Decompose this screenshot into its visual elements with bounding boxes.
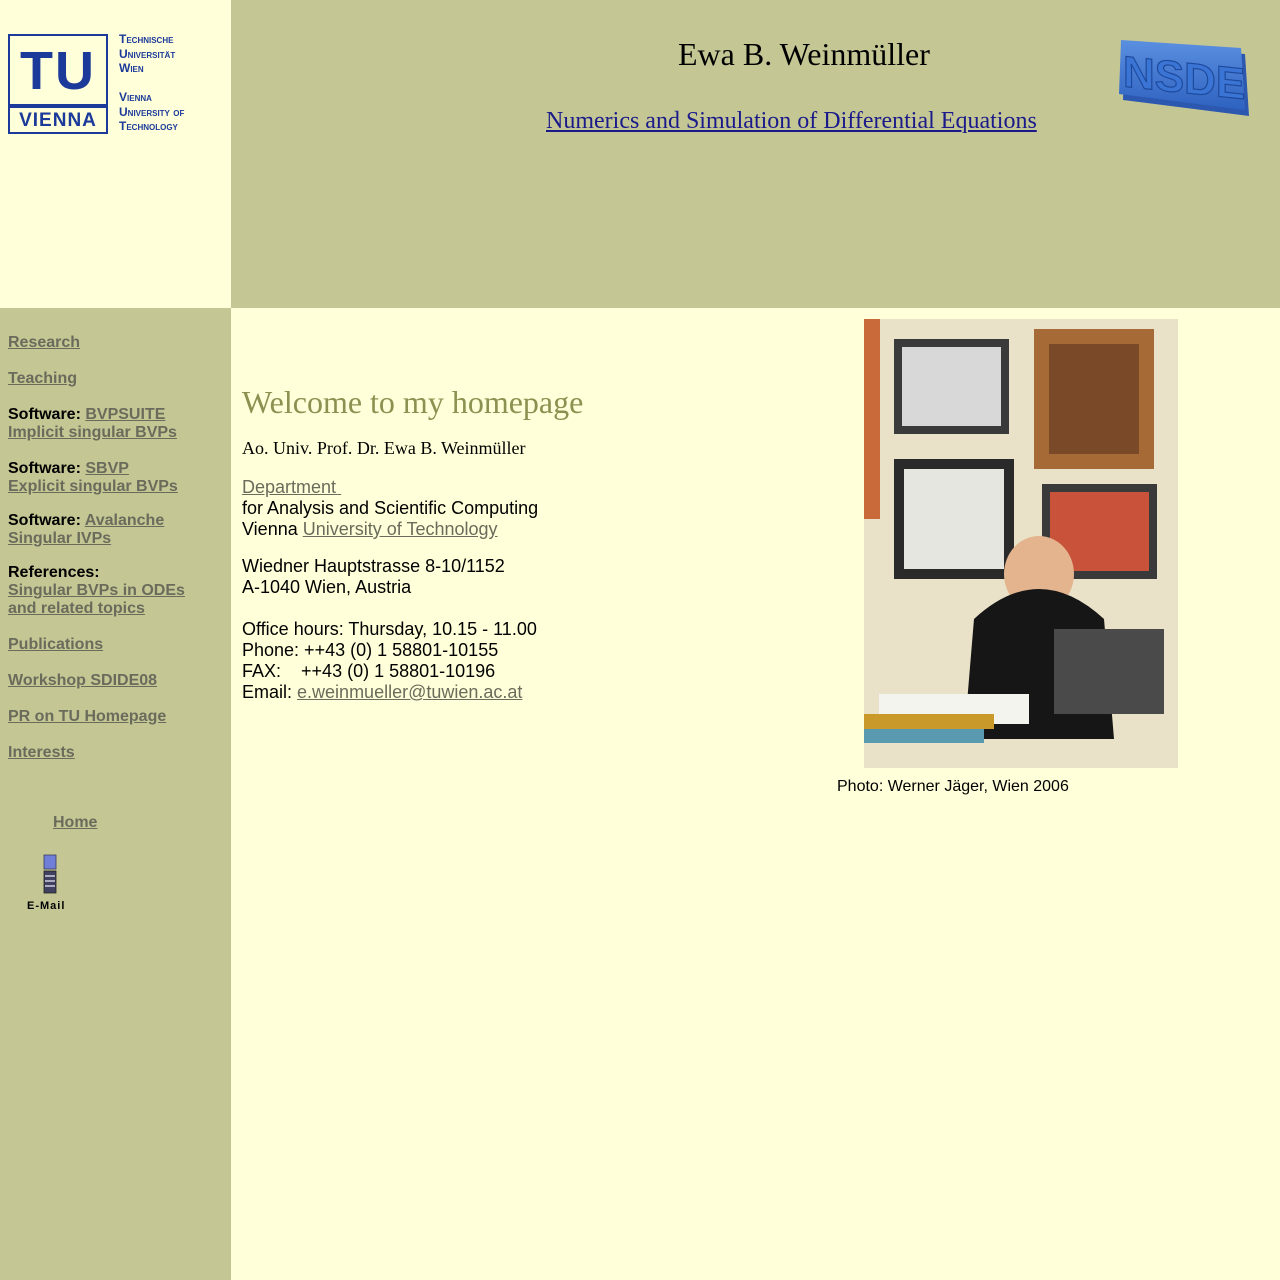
postal-address: Wiedner Hauptstrasse 8-10/1152 A-1040 Wi…: [242, 556, 505, 598]
contact-block: Office hours: Thursday, 10.15 - 11.00 Ph…: [242, 619, 537, 703]
phone: Phone: ++43 (0) 1 58801-10155: [242, 640, 499, 660]
sidebar-item-research[interactable]: Research: [8, 334, 80, 352]
tu-line: Universität: [119, 46, 176, 61]
bvpsuite-link[interactable]: BVPSUITE: [85, 406, 165, 423]
references-label: References:: [8, 564, 100, 581]
tu-line: University of: [119, 104, 185, 119]
page-title: Ewa B. Weinmüller: [678, 36, 930, 72]
sidebar-item-avalanche: Software: Avalanche Singular IVPs: [8, 512, 164, 548]
pr-link[interactable]: PR on TU Homepage: [8, 708, 166, 725]
sbvp-link[interactable]: SBVP: [85, 460, 129, 477]
references-link[interactable]: Singular BVPs in ODEs: [8, 582, 185, 599]
tu-name-english: Vienna University of Technology: [119, 90, 219, 134]
department-link-space[interactable]: [336, 477, 341, 497]
fax-value: ++43 (0) 1 58801-10196: [301, 661, 496, 681]
home-link[interactable]: Home: [53, 814, 97, 832]
portrait-photo: [864, 319, 1178, 768]
email-link[interactable]: e.weinmueller@tuwien.ac.at: [297, 682, 522, 702]
tu-line: Wien: [119, 61, 144, 75]
tu-letters: TU: [20, 41, 96, 101]
professor-name: Ao. Univ. Prof. Dr. Ewa B. Weinmüller: [242, 438, 526, 458]
teaching-link[interactable]: Teaching: [8, 370, 77, 387]
photo-caption: Photo: Werner Jäger, Wien 2006: [837, 778, 1069, 795]
tu-name-german: Technische Universität Wien: [119, 32, 219, 76]
sidebar-item-references: References: Singular BVPs in ODEs and re…: [8, 564, 185, 618]
department-block: Department for Analysis and Scientific C…: [242, 477, 538, 540]
department-text: for Analysis and Scientific Computing: [242, 498, 539, 518]
nsde-logo-icon[interactable]: NSDE: [1119, 38, 1253, 122]
welcome-heading: Welcome to my homepage: [242, 384, 584, 420]
avalanche-desc-link[interactable]: Singular IVPs: [8, 530, 111, 547]
street: Wiedner Hauptstrasse 8-10/1152: [242, 556, 505, 576]
tu-line: Technische: [119, 32, 174, 46]
sbvp-desc-link[interactable]: Explicit singular BVPs: [8, 478, 178, 495]
tu-vienna-word: VIENNA: [19, 110, 97, 131]
workshop-link[interactable]: Workshop SDIDE08: [8, 672, 157, 689]
publications-link[interactable]: Publications: [8, 636, 103, 653]
interests-link[interactable]: Interests: [8, 744, 75, 761]
references-link-line2[interactable]: and related topics: [8, 600, 145, 617]
bvpsuite-desc-link[interactable]: Implicit singular BVPs: [8, 424, 177, 441]
email-icon-label: E-Mail: [27, 900, 65, 912]
sidebar-item-sbvp: Software: SBVP Explicit singular BVPs: [8, 460, 178, 496]
software-label: Software:: [8, 512, 81, 529]
tu-vienna-logo[interactable]: TU VIENNA Technische Universität Wien Vi…: [8, 32, 219, 134]
sidebar-item-bvpsuite: Software: BVPSUITE Implicit singular BVP…: [8, 406, 177, 442]
sidebar: Research Teaching Software: BVPSUITE Imp…: [0, 308, 231, 1280]
department-link[interactable]: Department: [242, 477, 336, 497]
sidebar-item-workshop[interactable]: Workshop SDIDE08: [8, 672, 157, 690]
email-label: Email:: [242, 682, 293, 702]
email-icon[interactable]: E-Mail: [25, 853, 81, 913]
tu-line: Vienna: [119, 90, 152, 104]
city: A-1040 Wien, Austria: [242, 577, 412, 597]
sidebar-item-publications[interactable]: Publications: [8, 636, 103, 654]
software-label: Software:: [8, 460, 81, 477]
sidebar-item-pr[interactable]: PR on TU Homepage: [8, 708, 166, 726]
header: Ewa B. Weinmüller Numerics and Simulatio…: [231, 0, 1280, 308]
software-label: Software:: [8, 406, 81, 423]
tu-logo-bar: [10, 104, 106, 108]
sidebar-item-teaching[interactable]: Teaching: [8, 370, 77, 388]
vienna-text: Vienna: [242, 519, 298, 539]
main-content: Welcome to my homepage Ao. Univ. Prof. D…: [231, 308, 1280, 1280]
nsde-link[interactable]: Numerics and Simulation of Differential …: [546, 108, 1037, 135]
research-link[interactable]: Research: [8, 334, 80, 351]
sidebar-item-interests[interactable]: Interests: [8, 744, 75, 762]
avalanche-link[interactable]: Avalanche: [85, 512, 164, 529]
logo-panel: TU VIENNA Technische Universität Wien Vi…: [0, 0, 231, 308]
university-link[interactable]: University of Technology: [303, 519, 498, 539]
tu-logo-box: TU VIENNA: [8, 34, 108, 134]
fax-label: FAX:: [242, 661, 282, 681]
office-hours: Office hours: Thursday, 10.15 - 11.00: [242, 619, 537, 639]
tu-line: Technology: [119, 119, 178, 133]
